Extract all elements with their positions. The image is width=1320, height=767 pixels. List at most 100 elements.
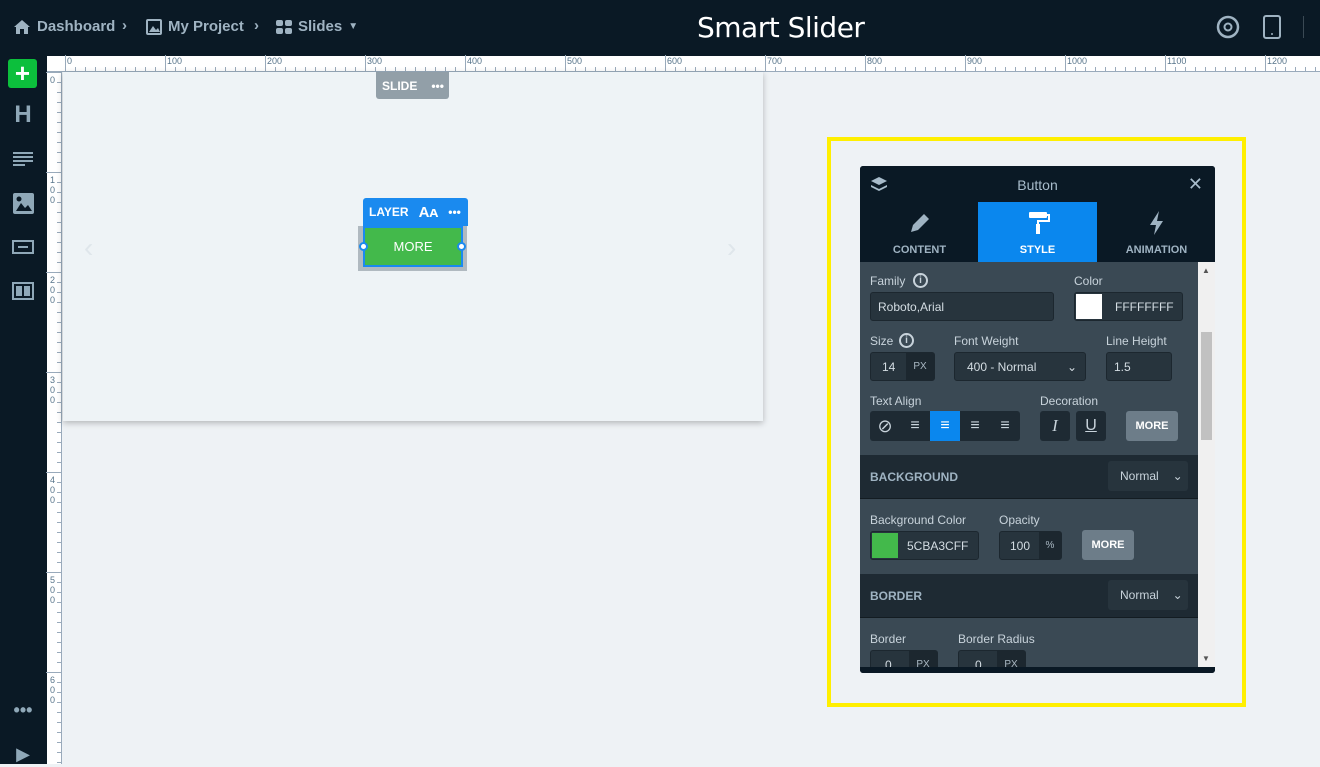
align-justify-icon[interactable]: ≡ bbox=[990, 411, 1020, 441]
font-weight-select[interactable]: 400 - Normal ⌄ bbox=[954, 352, 1086, 381]
chevron-right-icon: › bbox=[122, 17, 127, 34]
tab-style[interactable]: STYLE bbox=[978, 202, 1097, 262]
opacity-input[interactable]: 100% bbox=[999, 531, 1062, 560]
ruler-tick bbox=[57, 132, 61, 133]
chevron-down-icon: ⌄ bbox=[1172, 469, 1183, 483]
columns-icon[interactable] bbox=[10, 278, 36, 304]
slide-toolbar[interactable]: SLIDE ••• bbox=[376, 72, 449, 99]
more-options-icon[interactable]: ••• bbox=[448, 205, 461, 219]
ruler-tick bbox=[57, 762, 61, 763]
more-icon[interactable]: ••• bbox=[10, 697, 36, 723]
slide-label: SLIDE bbox=[382, 78, 418, 93]
family-label: Family bbox=[870, 274, 906, 288]
ruler-tick bbox=[855, 67, 856, 71]
play-icon[interactable]: ▶ bbox=[10, 741, 36, 767]
background-color-input[interactable]: 5CBA3CFF bbox=[870, 531, 979, 560]
background-mode-select[interactable]: Normal ⌄ bbox=[1108, 461, 1188, 491]
ruler-tick bbox=[1015, 67, 1016, 71]
font-family-input[interactable]: Roboto,Arial bbox=[870, 292, 1054, 321]
border-mode-select[interactable]: Normal ⌄ bbox=[1108, 580, 1188, 610]
ruler-tick bbox=[1095, 67, 1096, 71]
breadcrumb-dashboard[interactable]: Dashboard bbox=[13, 18, 115, 35]
tablet-icon[interactable] bbox=[1262, 14, 1282, 40]
ruler-tick bbox=[315, 67, 316, 71]
size-input[interactable]: 14 PX bbox=[870, 352, 935, 381]
image-icon[interactable] bbox=[10, 190, 36, 216]
color-swatch[interactable] bbox=[872, 533, 898, 558]
resize-handle-left[interactable] bbox=[359, 242, 368, 251]
eye-icon[interactable] bbox=[1215, 14, 1241, 40]
color-swatch[interactable] bbox=[1076, 294, 1102, 319]
ruler-tick bbox=[385, 67, 386, 71]
scrollbar[interactable]: ▲ ▼ bbox=[1198, 262, 1215, 667]
breadcrumb-project[interactable]: My Project bbox=[146, 18, 244, 35]
ruler-tick bbox=[1205, 67, 1206, 71]
ruler-tick bbox=[57, 282, 61, 283]
line-height-input[interactable]: 1.5 bbox=[1106, 352, 1172, 381]
align-none-icon[interactable]: ⊘ bbox=[870, 411, 900, 441]
tab-content[interactable]: CONTENT bbox=[860, 202, 979, 262]
logo: Smart Slider bbox=[697, 11, 865, 44]
border-radius-input[interactable]: 0 PX bbox=[958, 650, 1026, 667]
background-color-label: Background Color bbox=[870, 513, 967, 527]
more-options-icon[interactable]: ••• bbox=[431, 79, 444, 93]
layer-toolbar[interactable]: LAYER Aᴀ ••• bbox=[363, 198, 468, 226]
ruler-tick bbox=[745, 67, 746, 71]
ruler-tick bbox=[935, 67, 936, 71]
add-icon[interactable]: + bbox=[8, 58, 37, 88]
heading-icon[interactable]: H bbox=[10, 101, 36, 128]
ruler-label: 500 bbox=[50, 575, 56, 605]
typography-more-button[interactable]: MORE bbox=[1126, 411, 1178, 441]
background-more-button[interactable]: MORE bbox=[1082, 530, 1134, 560]
ruler-tick bbox=[57, 492, 61, 493]
ruler-tick bbox=[505, 67, 506, 71]
ruler-tick bbox=[57, 152, 61, 153]
color-input[interactable]: FFFFFFFF bbox=[1074, 292, 1183, 321]
ruler-tick bbox=[1225, 67, 1226, 71]
unit-label[interactable]: PX bbox=[906, 353, 934, 380]
align-left-icon[interactable]: ≡ bbox=[900, 411, 930, 441]
italic-button[interactable]: I bbox=[1040, 411, 1070, 441]
ruler-tick bbox=[57, 332, 61, 333]
ruler-tick bbox=[57, 732, 61, 733]
ruler-tick bbox=[95, 67, 96, 71]
ruler-tick bbox=[835, 67, 836, 71]
breadcrumb-label: My Project bbox=[168, 18, 244, 35]
ruler-label: 0 bbox=[67, 56, 73, 66]
button-layer[interactable]: MORE bbox=[363, 226, 463, 267]
background-section-header: BACKGROUND Normal ⌄ bbox=[860, 455, 1198, 499]
info-icon[interactable]: i bbox=[899, 333, 914, 348]
ruler-tick bbox=[57, 642, 61, 643]
ruler-tick bbox=[85, 67, 86, 71]
breadcrumb-slides[interactable]: Slides ▼ bbox=[276, 18, 358, 35]
resize-handle-right[interactable] bbox=[457, 242, 466, 251]
info-icon[interactable]: i bbox=[913, 273, 928, 288]
ruler-tick bbox=[215, 67, 216, 71]
button-icon[interactable] bbox=[10, 234, 36, 260]
layer-label: LAYER bbox=[369, 205, 409, 219]
ruler-tick bbox=[1135, 67, 1136, 71]
close-icon[interactable]: ✕ bbox=[1188, 174, 1203, 195]
ruler-tick bbox=[57, 602, 61, 603]
ruler-tick bbox=[1175, 67, 1176, 71]
scrollbar-thumb[interactable] bbox=[1201, 332, 1212, 440]
image-icon bbox=[146, 18, 162, 35]
ruler-tick bbox=[235, 67, 236, 71]
italic-icon: I bbox=[1052, 416, 1058, 435]
ruler-tick bbox=[1115, 67, 1116, 71]
ruler-label: 300 bbox=[50, 375, 56, 405]
ruler-tick bbox=[57, 512, 61, 513]
scroll-up-icon: ▲ bbox=[1202, 266, 1210, 275]
ruler-tick bbox=[375, 67, 376, 71]
underline-button[interactable]: U bbox=[1076, 411, 1106, 441]
border-width-input[interactable]: 0 PX bbox=[870, 650, 938, 667]
align-center-icon[interactable]: ≡ bbox=[930, 411, 960, 441]
ruler-tick bbox=[1265, 55, 1266, 71]
typography-icon[interactable]: Aᴀ bbox=[419, 204, 439, 221]
text-icon[interactable] bbox=[10, 146, 36, 172]
ruler-tick bbox=[705, 67, 706, 71]
align-right-icon[interactable]: ≡ bbox=[960, 411, 990, 441]
ruler-tick bbox=[865, 55, 866, 71]
tab-animation[interactable]: ANIMATION bbox=[1097, 202, 1215, 262]
breadcrumb-label: Dashboard bbox=[37, 18, 116, 35]
